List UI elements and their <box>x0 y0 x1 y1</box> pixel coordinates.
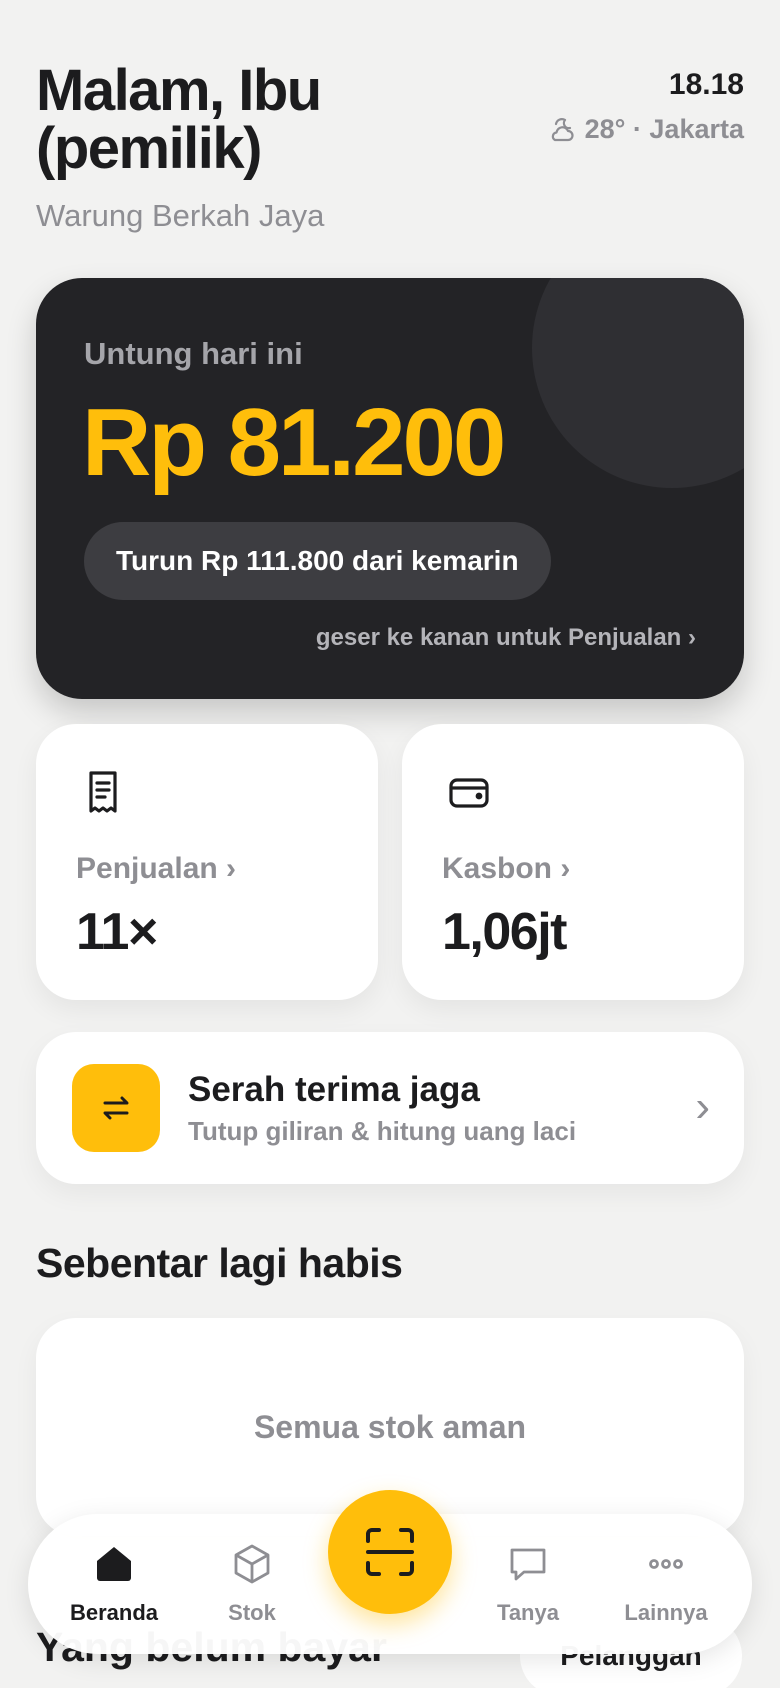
more-icon <box>649 1559 683 1569</box>
sales-label: Penjualan › <box>76 852 237 885</box>
nav-label-stock: Stok <box>228 1600 276 1625</box>
sales-value: 11× <box>76 903 158 961</box>
scan-icon <box>366 1528 414 1576</box>
credit-card[interactable]: Kasbon › 1,06jt <box>402 724 744 1000</box>
shift-handover-row[interactable]: Serah terima jaga Tutup giliran & hitung… <box>36 1032 744 1184</box>
decorative-circle <box>532 278 744 488</box>
weather-info: 28° · Jakarta <box>547 114 744 145</box>
greeting-title: Malam, Ibu (pemilik) <box>36 58 322 181</box>
weather-text: 28° · Jakarta <box>584 114 744 144</box>
profit-value: Rp 81.200 <box>82 389 506 496</box>
credit-label: Kasbon › <box>442 852 571 885</box>
shift-title: Serah terima jaga <box>188 1070 480 1109</box>
running-low-title: Sebentar lagi habis <box>36 1240 403 1286</box>
nav-label-home: Beranda <box>69 1600 159 1625</box>
clock-time: 18.18 <box>668 68 744 101</box>
profit-delta-badge: Turun Rp 111.800 dari kemarin <box>84 522 551 600</box>
nav-item-more[interactable]: Lainnya <box>596 1542 736 1626</box>
box-icon <box>234 1544 270 1584</box>
swap-arrows-icon <box>103 1096 129 1120</box>
wallet-icon <box>449 778 489 808</box>
nav-item-home[interactable]: Beranda <box>44 1542 184 1626</box>
home-icon <box>97 1547 131 1581</box>
scan-button[interactable] <box>328 1490 452 1614</box>
nav-item-stock[interactable]: Stok <box>182 1542 322 1626</box>
header: Malam, Ibu (pemilik) Warung Berkah Jaya … <box>36 62 744 234</box>
cloud-moon-icon <box>551 117 574 141</box>
swipe-hint: geser ke kanan untuk Penjualan › <box>315 624 696 651</box>
chat-icon <box>510 1548 546 1581</box>
credit-value: 1,06jt <box>442 903 567 961</box>
shift-subtitle: Tutup giliran & hitung uang laci <box>188 1116 577 1146</box>
chevron-right-icon: › <box>695 1082 710 1131</box>
receipt-icon <box>89 771 117 813</box>
profit-label: Untung hari ini <box>84 336 303 371</box>
nav-item-ask[interactable]: Tanya <box>458 1542 598 1626</box>
stock-empty-text: Semua stok aman <box>253 1408 527 1445</box>
nav-label-more: Lainnya <box>624 1600 708 1625</box>
profit-card[interactable]: Untung hari ini Rp 81.200 Turun Rp 111.8… <box>36 278 744 699</box>
sales-card[interactable]: Penjualan › 11× <box>36 724 378 1000</box>
shift-icon-tile <box>72 1064 160 1152</box>
store-name: Warung Berkah Jaya <box>36 198 325 233</box>
nav-label-ask: Tanya <box>497 1600 559 1625</box>
